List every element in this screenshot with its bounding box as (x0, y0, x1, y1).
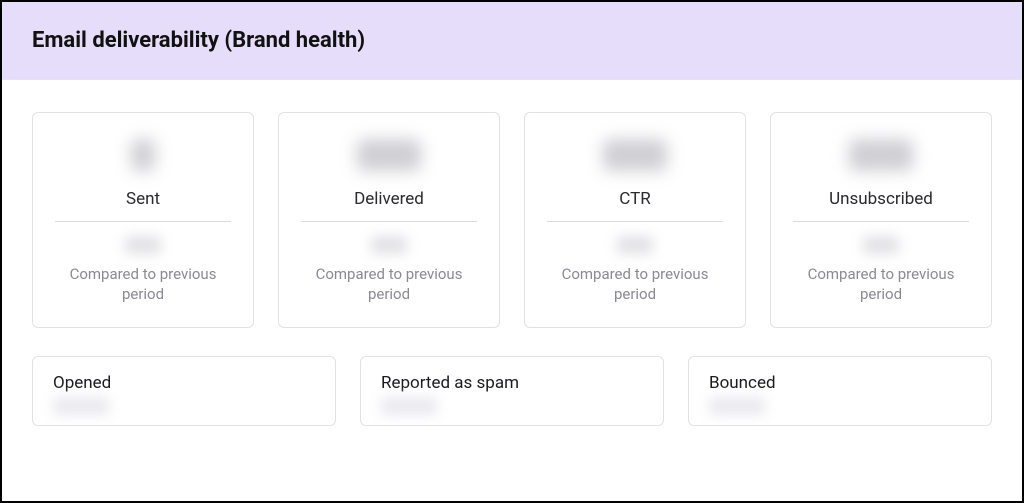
stat-cards-row: Sent Compared to previous period Deliver… (32, 112, 992, 328)
stat-label: Unsubscribed (789, 189, 973, 209)
stat-value-blurred (603, 139, 667, 171)
stat-delta-blurred (863, 236, 899, 254)
mini-card-label: Bounced (709, 373, 971, 393)
mini-value-blurred (53, 397, 109, 415)
mini-cards-row: Opened Reported as spam Bounced (32, 356, 992, 426)
panel-title: Email deliverability (Brand health) (32, 28, 992, 53)
stat-value-blurred (131, 139, 155, 171)
stat-card-delivered: Delivered Compared to previous period (278, 112, 500, 328)
stat-delta-blurred (125, 236, 161, 254)
stat-card-unsubscribed: Unsubscribed Compared to previous period (770, 112, 992, 328)
mini-card-bounced: Bounced (688, 356, 992, 426)
stat-delta-blurred (617, 236, 653, 254)
stat-value-blurred (849, 139, 913, 171)
panel-frame: Email deliverability (Brand health) Sent… (0, 0, 1024, 503)
compare-text: Compared to previous period (789, 264, 973, 305)
mini-card-label: Reported as spam (381, 373, 643, 393)
mini-card-opened: Opened (32, 356, 336, 426)
stat-label: Sent (51, 189, 235, 209)
stat-card-sent: Sent Compared to previous period (32, 112, 254, 328)
divider (55, 221, 231, 222)
stat-label: Delivered (297, 189, 481, 209)
stat-value-blurred (357, 139, 421, 171)
mini-card-label: Opened (53, 373, 315, 393)
stat-label: CTR (543, 189, 727, 209)
panel-header: Email deliverability (Brand health) (2, 2, 1022, 80)
compare-text: Compared to previous period (51, 264, 235, 305)
panel-content: Sent Compared to previous period Deliver… (2, 80, 1022, 426)
mini-value-blurred (381, 397, 437, 415)
divider (547, 221, 723, 222)
mini-value-blurred (709, 397, 765, 415)
mini-card-reported-spam: Reported as spam (360, 356, 664, 426)
divider (793, 221, 969, 222)
compare-text: Compared to previous period (543, 264, 727, 305)
divider (301, 221, 477, 222)
stat-card-ctr: CTR Compared to previous period (524, 112, 746, 328)
stat-delta-blurred (371, 236, 407, 254)
compare-text: Compared to previous period (297, 264, 481, 305)
